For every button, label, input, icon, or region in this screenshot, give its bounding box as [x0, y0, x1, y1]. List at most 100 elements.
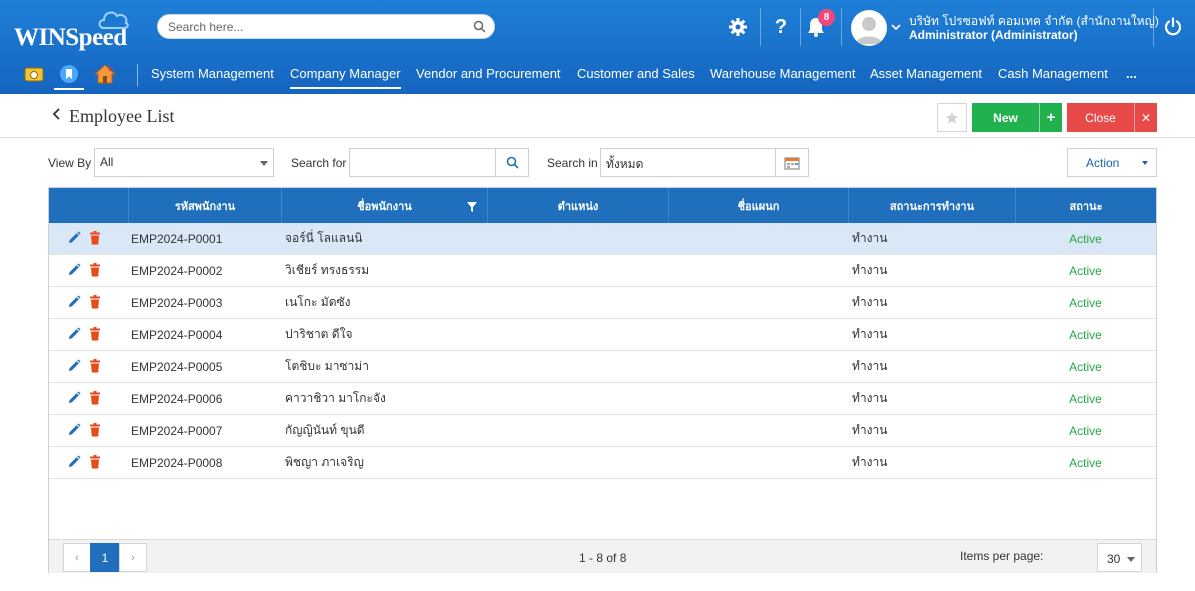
column-employee-name[interactable]: ชื่อพนักงาน: [281, 188, 487, 223]
favorite-button[interactable]: [937, 103, 967, 132]
nav-divider: [137, 64, 138, 86]
employee-code-cell: EMP2024-P0004: [131, 327, 223, 342]
row-actions: [67, 295, 101, 309]
global-search-input[interactable]: [168, 18, 468, 36]
search-for-input[interactable]: [349, 148, 496, 177]
back-icon[interactable]: [52, 107, 61, 125]
global-search[interactable]: [157, 14, 495, 39]
edit-icon[interactable]: [67, 231, 81, 245]
divider: [760, 8, 761, 46]
column-employee-code[interactable]: รหัสพนักงาน: [128, 188, 281, 223]
delete-icon[interactable]: [89, 231, 101, 245]
status-badge: Active: [1069, 455, 1102, 470]
table-row[interactable]: EMP2024-P0007 กัญญินันท์ ขุนดี ทำงาน Active: [49, 415, 1156, 447]
edit-icon[interactable]: [67, 327, 81, 341]
prev-page-button[interactable]: ‹: [63, 543, 91, 572]
employee-name-cell: ปาริชาต ดีใจ: [285, 327, 353, 341]
dashboard-icon[interactable]: [22, 62, 46, 86]
action-dropdown[interactable]: Action: [1067, 148, 1157, 177]
table-row[interactable]: EMP2024-P0004 ปาริชาต ดีใจ ทำงาน Active: [49, 319, 1156, 351]
close-icon: ✕: [1134, 103, 1157, 132]
column-work-status[interactable]: สถานะการทำงาน: [848, 188, 1015, 223]
delete-icon[interactable]: [89, 295, 101, 309]
edit-icon[interactable]: [67, 455, 81, 469]
column-label: สถานะ: [1069, 200, 1103, 213]
delete-icon[interactable]: [89, 455, 101, 469]
department-cell: [672, 447, 847, 478]
edit-icon[interactable]: [67, 263, 81, 277]
main-nav: System Management Company Manager Vendor…: [0, 56, 1195, 94]
menu-vendor-procurement[interactable]: Vendor and Procurement: [416, 66, 561, 81]
employee-code-cell: EMP2024-P0003: [131, 295, 223, 310]
column-department[interactable]: ชื่อแผนก: [668, 188, 848, 223]
position-cell: [491, 319, 666, 350]
table-row[interactable]: EMP2024-P0008 พิชญา ภาเจริญ ทำงาน Active: [49, 447, 1156, 479]
calendar-icon: [784, 157, 800, 169]
table-row[interactable]: EMP2024-P0001 จอร์นี่ โลแลนนิ ทำงาน Active: [49, 223, 1156, 255]
status-badge: Active: [1069, 327, 1102, 342]
search-icon[interactable]: [473, 20, 486, 33]
edit-icon[interactable]: [67, 295, 81, 309]
menu-system-management[interactable]: System Management: [151, 66, 274, 81]
position-cell: [491, 255, 666, 286]
search-button[interactable]: [495, 148, 529, 177]
view-by-label: View By: [48, 156, 92, 170]
table-row[interactable]: EMP2024-P0002 วิเชียร์ ทรงธรรม ทำงาน Active: [49, 255, 1156, 287]
gear-icon[interactable]: [725, 14, 751, 40]
employee-name-cell: วิเชียร์ ทรงธรรม: [285, 263, 370, 277]
bookmark-icon[interactable]: [54, 60, 84, 90]
status-badge: Active: [1069, 391, 1102, 406]
chevron-down-icon: [1142, 161, 1148, 165]
row-actions: [67, 359, 101, 373]
employee-code-cell: EMP2024-P0006: [131, 391, 223, 406]
view-by-select[interactable]: All: [94, 148, 274, 177]
filter-icon[interactable]: [467, 202, 477, 212]
employee-name-cell: เนโกะ มัดซัง: [285, 295, 351, 309]
column-status[interactable]: สถานะ: [1015, 188, 1156, 223]
new-button[interactable]: New +: [972, 103, 1062, 132]
column-label: ชื่อพนักงาน: [357, 200, 412, 213]
work-status-cell: ทำงาน: [852, 455, 888, 469]
table-row[interactable]: EMP2024-P0003 เนโกะ มัดซัง ทำงาน Active: [49, 287, 1156, 319]
employee-code-cell: EMP2024-P0002: [131, 263, 223, 278]
menu-customer-sales[interactable]: Customer and Sales: [577, 66, 695, 81]
table-row[interactable]: EMP2024-P0006 คาวาชิวา มาโกะจัง ทำงาน Activ…: [49, 383, 1156, 415]
next-page-button[interactable]: ›: [119, 543, 147, 572]
work-status-cell: ทำงาน: [852, 327, 888, 341]
delete-icon[interactable]: [89, 359, 101, 373]
items-per-page-select[interactable]: 30: [1097, 543, 1142, 572]
menu-company-manager[interactable]: Company Manager: [290, 66, 401, 89]
edit-icon[interactable]: [67, 391, 81, 405]
power-icon[interactable]: [1160, 14, 1186, 40]
menu-warehouse-management[interactable]: Warehouse Management: [710, 66, 856, 81]
delete-icon[interactable]: [89, 327, 101, 341]
menu-more[interactable]: ...: [1126, 66, 1137, 81]
row-actions: [67, 263, 101, 277]
search-in-picker-button[interactable]: [775, 148, 809, 177]
avatar[interactable]: [851, 10, 887, 46]
search-in-field[interactable]: ทั้งหมด: [600, 148, 776, 177]
chevron-down-icon: [260, 161, 268, 166]
action-label: Action: [1086, 156, 1120, 170]
delete-icon[interactable]: [89, 423, 101, 437]
menu-asset-management[interactable]: Asset Management: [870, 66, 982, 81]
home-icon[interactable]: [93, 62, 117, 86]
page-1-button[interactable]: 1: [90, 543, 120, 572]
winspeed-logo[interactable]: WINSpeed: [14, 11, 144, 54]
row-actions: [67, 391, 101, 405]
edit-icon[interactable]: [67, 423, 81, 437]
edit-icon[interactable]: [67, 359, 81, 373]
row-actions: [67, 455, 101, 469]
close-button[interactable]: Close ✕: [1067, 103, 1157, 132]
position-cell: [491, 447, 666, 478]
delete-icon[interactable]: [89, 391, 101, 405]
search-in-label: Search in: [547, 156, 598, 170]
menu-cash-management[interactable]: Cash Management: [998, 66, 1108, 81]
employee-code-cell: EMP2024-P0008: [131, 455, 223, 470]
help-icon[interactable]: ?: [768, 14, 794, 40]
chevron-down-icon[interactable]: [891, 23, 901, 31]
table-row[interactable]: EMP2024-P0005 โตชิบะ มาซาม่า ทำงาน Active: [49, 351, 1156, 383]
column-position[interactable]: ตำแหน่ง: [487, 188, 668, 223]
delete-icon[interactable]: [89, 263, 101, 277]
employee-name-cell: จอร์นี่ โลแลนนิ: [285, 231, 363, 245]
